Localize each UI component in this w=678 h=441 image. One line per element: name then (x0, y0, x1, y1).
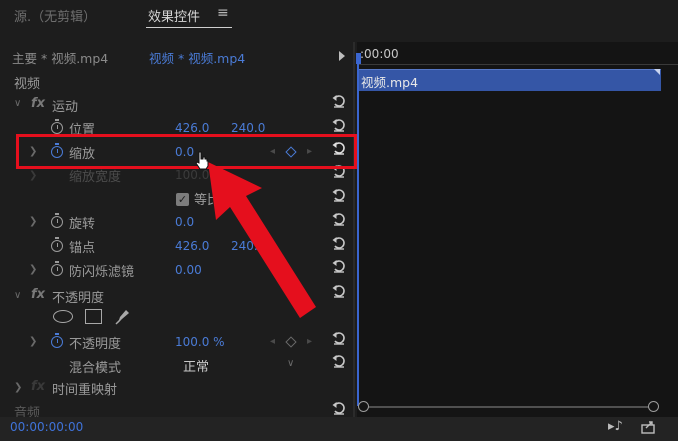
stopwatch-icon[interactable] (51, 213, 63, 228)
position-x-value[interactable]: 426.0 (175, 121, 209, 135)
opacity-label: 不透明度 (69, 337, 122, 352)
blend-mode-select[interactable]: 正常 (183, 356, 209, 375)
anchor-label: 锚点 (69, 241, 96, 256)
ruler-timecode: :00:00 (360, 47, 399, 61)
video-section-label: 视频 (14, 77, 41, 92)
rectangle-mask-icon[interactable] (85, 309, 102, 324)
play-audio-icon[interactable]: ▸♪ (608, 419, 623, 434)
fx-badge-icon: fx (31, 379, 46, 394)
master-clip-label[interactable]: 主要 * 视频.mp4 (12, 48, 108, 67)
scale-width-expand-icon[interactable]: ❯ (29, 170, 37, 181)
show-timeline-toggle-icon[interactable] (339, 51, 345, 61)
blend-mode-label: 混合模式 (69, 361, 122, 376)
zoom-handle-left[interactable] (358, 401, 369, 412)
rotation-expand-icon[interactable]: ❯ (29, 216, 37, 227)
keyframe-nav-icon[interactable]: ◂ (270, 336, 281, 347)
mini-timeline[interactable] (357, 42, 678, 420)
current-timecode[interactable]: 00:00:00:00 (10, 420, 83, 434)
stopwatch-icon[interactable] (51, 333, 63, 348)
time-remap-expand-icon[interactable]: ❯ (14, 382, 22, 393)
opacity-value[interactable]: 100.0 % (175, 335, 225, 349)
sequence-clip-label[interactable]: 视频 * 视频.mp4 (149, 48, 245, 67)
stopwatch-icon[interactable] (51, 237, 63, 252)
anti-flicker-expand-icon[interactable]: ❯ (29, 264, 37, 275)
reset-icon[interactable] (331, 93, 347, 109)
opacity-param-expand-icon[interactable]: ❯ (29, 336, 37, 347)
ellipse-mask-icon[interactable] (53, 310, 73, 323)
motion-label[interactable]: 运动 (52, 96, 78, 115)
reset-icon[interactable] (331, 117, 347, 133)
active-tab-indicator (146, 27, 232, 28)
opacity-section-label[interactable]: 不透明度 (52, 287, 104, 306)
uniform-scale-checkbox[interactable]: ✓ (176, 193, 189, 206)
fx-badge-icon[interactable]: fx (31, 96, 45, 111)
anti-flicker-label: 防闪烁滤镜 (69, 265, 135, 280)
playhead-handle[interactable] (356, 53, 361, 64)
panel-tab-bar (0, 0, 678, 32)
rotation-label: 旋转 (69, 217, 96, 232)
zoom-scrollbar[interactable] (364, 406, 654, 408)
fx-badge-icon[interactable]: fx (31, 287, 45, 302)
reset-icon[interactable] (331, 400, 347, 416)
panel-footer (0, 417, 678, 441)
panel-menu-icon[interactable]: ≡ (217, 5, 229, 21)
clip-name: 视频.mp4 (361, 75, 419, 90)
panel-divider[interactable] (353, 42, 355, 420)
pen-mask-icon[interactable] (114, 307, 132, 325)
stopwatch-icon[interactable] (51, 261, 63, 276)
zoom-handle-right[interactable] (648, 401, 659, 412)
time-ruler[interactable] (357, 64, 678, 65)
position-y-value[interactable]: 240.0 (231, 121, 265, 135)
time-remap-label[interactable]: 时间重映射 (52, 379, 117, 398)
chevron-down-icon[interactable]: ∨ (287, 358, 294, 369)
hand-cursor-icon (195, 151, 209, 170)
clip-end-marker-icon (654, 69, 660, 75)
reset-icon[interactable] (331, 330, 347, 346)
motion-expand-icon[interactable]: ∨ (14, 98, 21, 109)
tab-source[interactable]: 源.（无剪辑） (14, 6, 96, 25)
tab-effect-controls[interactable]: 效果控件 (148, 6, 200, 25)
export-icon[interactable] (640, 419, 656, 435)
annotation-arrow (208, 162, 316, 318)
keyframe-nav-icon[interactable]: ▸ (307, 336, 318, 347)
reset-icon[interactable] (331, 353, 347, 369)
opacity-expand-icon[interactable]: ∨ (14, 290, 21, 301)
playhead-line[interactable] (357, 64, 359, 406)
stopwatch-icon[interactable] (51, 119, 63, 134)
